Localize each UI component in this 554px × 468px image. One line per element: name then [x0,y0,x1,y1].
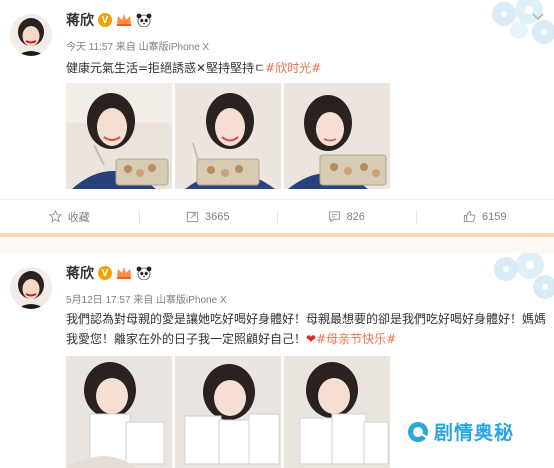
favorite-label: 收藏 [67,211,90,224]
post-divider [0,233,554,253]
photo-image [66,356,172,468]
user-info-row: 蒋欣 V [66,263,152,283]
crown-badge-icon [117,267,131,279]
flower-decoration-image [494,253,554,299]
chevron-down-icon[interactable] [532,12,544,22]
hashtag-link[interactable]: #母亲节快乐# [316,332,396,346]
panda-badge-icon [136,266,152,280]
flower-decoration-image [492,0,554,44]
post-photo[interactable] [66,356,172,468]
weibo-post-1: 蒋欣 V 今天 11:57 来自 山寨版iPhone X 健康元氣生活=拒絕誘惑… [0,0,554,233]
thumbs-up-icon [463,210,476,223]
comment-count: 826 [346,210,365,223]
post-photo[interactable] [284,83,390,189]
photo-image [175,83,281,189]
username[interactable]: 蒋欣 [66,263,94,283]
post-text: 健康元氣生活=拒絕誘惑✕堅持堅持ㄷ#欣时光# [66,58,536,78]
post-photo[interactable] [175,83,281,189]
post-body: 健康元氣生活=拒絕誘惑✕堅持堅持ㄷ [66,61,266,75]
photo-image [284,83,390,189]
verified-badge-icon: V [98,266,112,280]
post-photo[interactable] [284,356,390,468]
verified-badge-icon: V [98,13,112,27]
avatar[interactable] [10,267,52,309]
favorite-button[interactable]: 收藏 [0,200,139,233]
post-meta: 今天 11:57 来自 山寨版iPhone X [66,42,210,53]
crown-badge-icon [117,14,131,26]
photo-image [284,356,390,468]
watermark-logo-icon [408,421,429,442]
repost-icon [186,211,199,223]
heart-emoji: ❤ [306,332,317,346]
avatar[interactable] [10,14,52,56]
hashtag-link[interactable]: #欣时光# [265,61,321,75]
watermark: 剧情奥秘 [406,418,514,445]
post-photo[interactable] [66,83,172,189]
avatar-image [10,267,52,309]
comment-button[interactable]: 826 [277,200,416,233]
action-bar: 收藏 3665 826 6159 [0,199,554,233]
post-text: 我們認為對母親的愛是讓她吃好喝好身體好！母親最想要的卻是我們吃好喝好身體好！媽媽… [66,309,546,349]
like-count: 6159 [482,210,507,223]
panda-badge-icon [136,13,152,27]
comment-icon [328,211,340,223]
photo-image [66,83,172,189]
username[interactable]: 蒋欣 [66,10,94,30]
post-photo[interactable] [175,356,281,468]
avatar-image [10,14,52,56]
star-icon [48,210,62,223]
like-button[interactable]: 6159 [415,200,554,233]
watermark-text: 剧情奥秘 [434,422,515,444]
repost-button[interactable]: 3665 [138,200,278,233]
post-meta: 5月12日 17:57 来自 山寨版iPhone X [66,295,227,306]
repost-count: 3665 [205,210,230,223]
user-info-row: 蒋欣 V [66,10,152,30]
photo-image [175,356,281,468]
